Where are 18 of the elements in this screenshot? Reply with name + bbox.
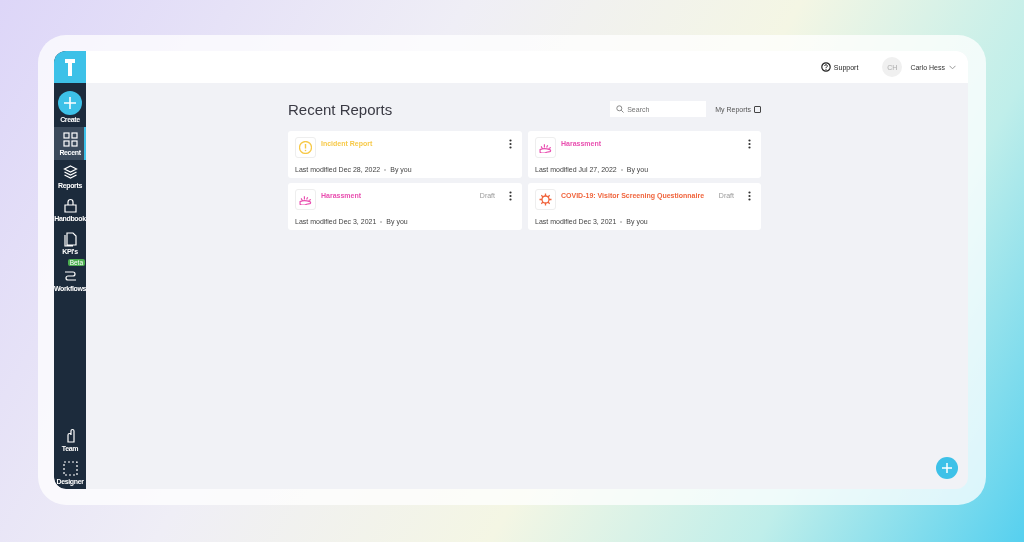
more-button[interactable] (507, 139, 514, 149)
layers-icon (61, 163, 79, 181)
document-icon (61, 229, 79, 247)
page-title: Recent Reports (288, 100, 394, 118)
checkbox[interactable] (754, 105, 761, 113)
more-icon (748, 139, 751, 149)
more-button[interactable] (746, 191, 753, 201)
more-button[interactable] (746, 139, 753, 149)
more-icon (509, 139, 512, 149)
grid-icon (61, 130, 79, 148)
warning-icon (299, 141, 312, 154)
more-button[interactable] (507, 191, 514, 201)
more-icon (748, 191, 751, 201)
plus-icon (941, 462, 953, 474)
help-icon (820, 62, 831, 72)
chevron-down-icon (949, 64, 956, 70)
more-icon (509, 191, 512, 201)
dashed-square-icon (61, 459, 79, 477)
